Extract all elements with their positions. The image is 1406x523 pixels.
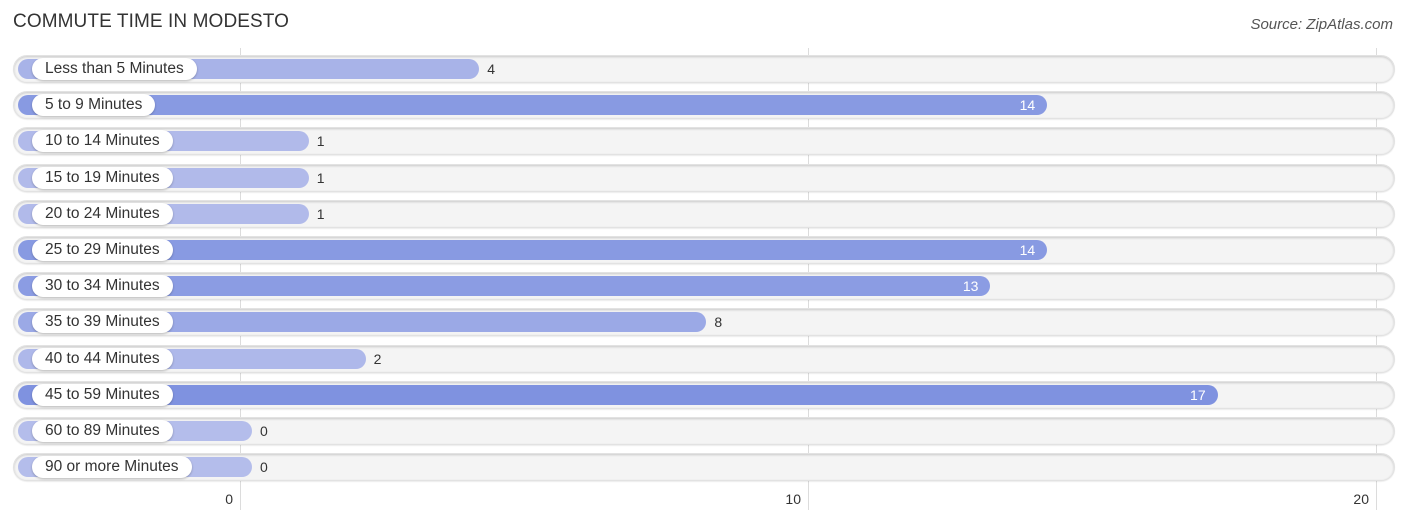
category-label: 45 to 59 Minutes bbox=[32, 383, 173, 406]
value-label: 17 bbox=[1190, 386, 1206, 403]
bar-row: 10 to 14 Minutes 1 bbox=[13, 127, 1395, 156]
value-label: 1 bbox=[316, 169, 325, 186]
bar-row: 20 to 24 Minutes 1 bbox=[13, 199, 1395, 228]
value-label: 0 bbox=[260, 459, 268, 476]
chart-title: COMMUTE TIME IN MODESTO bbox=[13, 11, 290, 32]
x-tick-label: 0 bbox=[225, 491, 233, 507]
category-label: 30 to 34 Minutes bbox=[32, 275, 173, 298]
value-label: 8 bbox=[714, 314, 723, 331]
bar-row: 45 to 59 Minutes 17 bbox=[13, 380, 1395, 409]
x-tick-label: 10 bbox=[785, 491, 801, 507]
category-label: 60 to 89 Minutes bbox=[32, 420, 173, 442]
value-label: 0 bbox=[260, 423, 268, 439]
value-label: 14 bbox=[1019, 242, 1036, 258]
value-label: 1 bbox=[316, 205, 325, 222]
value-label: 1 bbox=[316, 133, 325, 150]
category-label: 35 to 39 Minutes bbox=[32, 311, 173, 334]
category-label: 25 to 29 Minutes bbox=[32, 239, 173, 261]
bar-row: 35 to 39 Minutes 8 bbox=[13, 308, 1395, 337]
category-label: 20 to 24 Minutes bbox=[32, 202, 173, 225]
x-tick-label: 20 bbox=[1353, 491, 1369, 507]
category-label: 15 to 19 Minutes bbox=[32, 166, 173, 189]
value-label: 2 bbox=[373, 350, 382, 367]
source-label: Source: ZipAtlas.com bbox=[1250, 16, 1393, 33]
category-label: 40 to 44 Minutes bbox=[32, 347, 173, 370]
bar-row: 40 to 44 Minutes 2 bbox=[13, 344, 1395, 373]
category-label: 90 or more Minutes bbox=[32, 456, 192, 479]
bar-row: 25 to 29 Minutes 14 bbox=[13, 236, 1395, 264]
bar bbox=[18, 384, 1218, 405]
category-label: 10 to 14 Minutes bbox=[32, 130, 173, 153]
bar-row: 15 to 19 Minutes 1 bbox=[13, 163, 1395, 192]
category-label: 5 to 9 Minutes bbox=[32, 94, 156, 117]
bar-row: Less than 5 Minutes 4 bbox=[13, 55, 1395, 83]
bar-row: 30 to 34 Minutes 13 bbox=[13, 272, 1395, 301]
value-label: 13 bbox=[962, 278, 979, 295]
value-label: 4 bbox=[487, 61, 495, 77]
bar bbox=[18, 95, 1048, 116]
bar-row: 90 or more Minutes 0 bbox=[13, 453, 1395, 482]
bar-row: 60 to 89 Minutes 0 bbox=[13, 417, 1395, 445]
value-label: 14 bbox=[1019, 97, 1036, 114]
bar-row: 5 to 9 Minutes 14 bbox=[13, 91, 1395, 120]
category-label: Less than 5 Minutes bbox=[32, 58, 197, 80]
